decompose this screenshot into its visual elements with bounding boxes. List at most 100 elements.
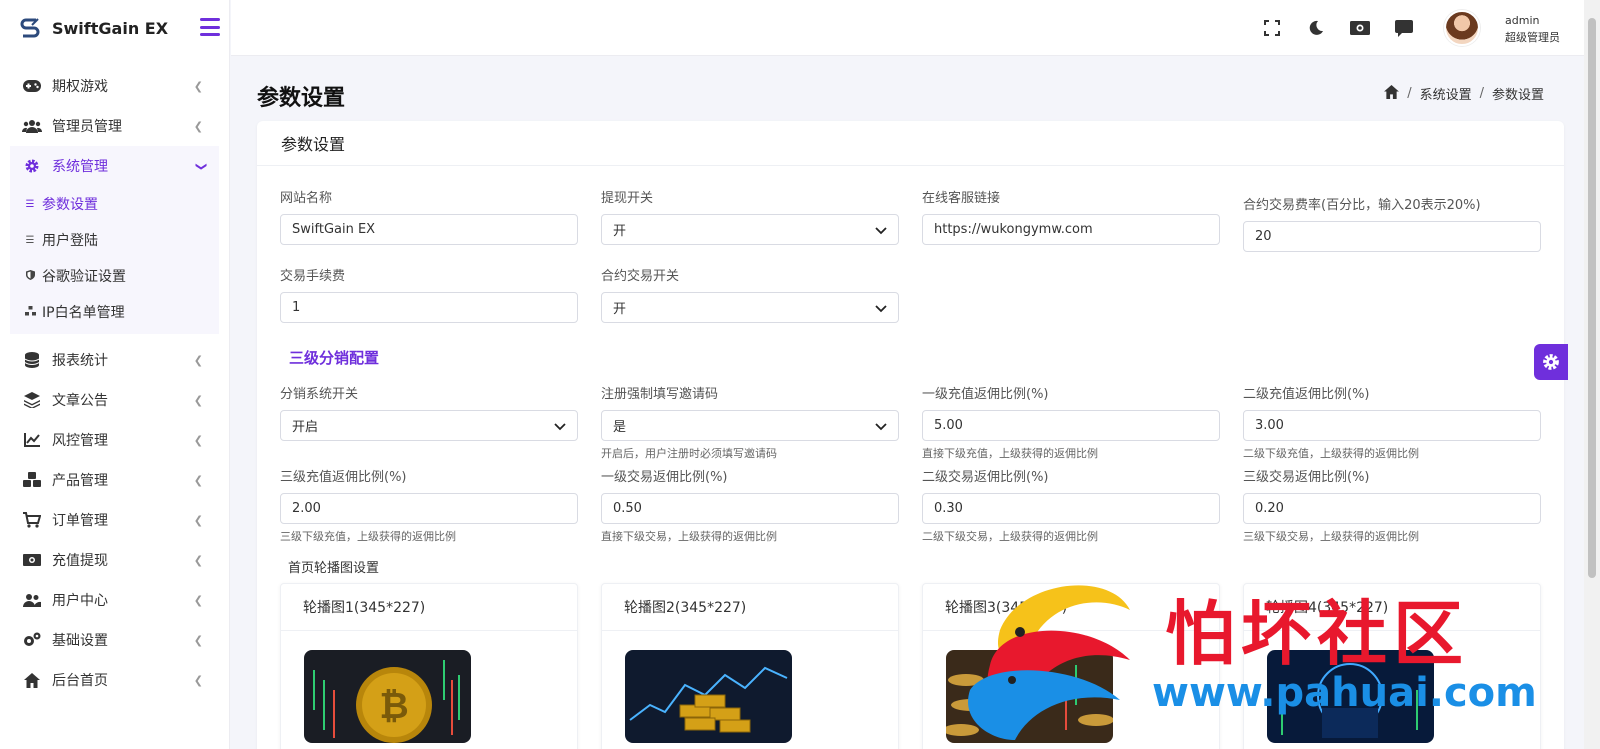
gamepad-icon	[22, 77, 42, 95]
select-value: 开启	[292, 420, 319, 435]
layers-icon	[22, 391, 42, 409]
l3-trade-input[interactable]: 0.20	[1243, 493, 1541, 524]
sidebar-subitem-label: 谷歌验证设置	[42, 269, 126, 285]
sidebar-item-user-center[interactable]: 用户中心 ❮	[0, 580, 229, 620]
service-link-field: 在线客服链接 https://wukongymw.com	[922, 187, 1220, 245]
sidebar-item-articles[interactable]: 文章公告 ❮	[0, 380, 229, 420]
dist-switch-select[interactable]: 开启	[280, 410, 578, 441]
avatar[interactable]	[1444, 10, 1480, 46]
sidebar-item-label: 用户中心	[52, 593, 108, 609]
chevron-left-icon: ❮	[193, 514, 203, 527]
contract-fee-input[interactable]: 20	[1243, 221, 1541, 252]
sidebar-item-reports[interactable]: 报表统计 ❮	[0, 340, 229, 380]
scrollbar-thumb[interactable]	[1588, 18, 1596, 578]
l2-recharge-input[interactable]: 3.00	[1243, 410, 1541, 441]
banner-card-title: 轮播图1(345*227)	[281, 584, 577, 631]
list-icon: ☰	[25, 234, 35, 246]
section-title-distribution: 三级分销配置	[289, 349, 380, 367]
field-label: 提现开关	[601, 191, 654, 206]
sidebar: SwiftGain EX 期权游戏 ❮ 管理员管理 ❮ 系统管理 ❮ ☰ 参数设…	[0, 0, 230, 749]
l3-recharge-input[interactable]: 2.00	[280, 493, 578, 524]
select-value: 开	[613, 302, 627, 317]
sidebar-subitem-google-auth[interactable]: 谷歌验证设置	[10, 258, 219, 294]
sidebar-item-products[interactable]: 产品管理 ❮	[0, 460, 229, 500]
field-help: 二级下级充值，上级获得的返佣比例	[1243, 447, 1419, 460]
l1-trade-input[interactable]: 0.50	[601, 493, 899, 524]
field-label: 注册强制填写邀请码	[601, 387, 719, 402]
users-icon	[22, 591, 42, 609]
sidebar-subitem-label: IP白名单管理	[42, 305, 125, 321]
user-meta[interactable]: admin 超级管理员	[1505, 12, 1560, 46]
trade-fee-input[interactable]: 1	[280, 292, 578, 323]
contract-switch-select[interactable]: 开	[601, 292, 899, 323]
money-icon[interactable]	[1350, 18, 1370, 38]
chevron-down-icon	[554, 423, 566, 431]
database-icon	[22, 351, 42, 369]
field-help: 三级下级充值，上级获得的返佣比例	[280, 530, 456, 543]
list-icon: ☰	[25, 198, 35, 210]
page-scrollbar[interactable]	[1584, 0, 1600, 749]
page-title: 参数设置	[257, 86, 346, 111]
sidebar-item-dashboard-home[interactable]: 后台首页 ❮	[0, 660, 229, 700]
topbar: admin 超级管理员	[231, 0, 1584, 56]
l2-trade-input[interactable]: 0.30	[922, 493, 1220, 524]
brand[interactable]: SwiftGain EX	[0, 0, 229, 56]
sidebar-subitem-parameter-settings[interactable]: ☰ 参数设置	[10, 186, 219, 222]
brand-name: SwiftGain EX	[52, 18, 169, 38]
home-icon[interactable]	[1384, 84, 1400, 103]
chevron-left-icon: ❮	[193, 354, 203, 367]
force-invite-select[interactable]: 是	[601, 410, 899, 441]
sidebar-item-label: 系统管理	[52, 159, 108, 175]
l1-recharge-input[interactable]: 5.00	[922, 410, 1220, 441]
service-link-input[interactable]: https://wukongymw.com	[922, 214, 1220, 245]
sidebar-item-orders[interactable]: 订单管理 ❮	[0, 500, 229, 540]
chevron-down-icon	[875, 423, 887, 431]
chevron-left-icon: ❮	[193, 674, 203, 687]
field-label: 在线客服链接	[922, 191, 1001, 206]
sidebar-subitem-ip-whitelist[interactable]: IP白名单管理	[10, 294, 219, 330]
network-icon	[24, 305, 36, 319]
field-label: 三级交易返佣比例(%)	[1243, 470, 1370, 485]
l2-recharge-field: 二级充值返佣比例(%) 3.00 二级下级充值，上级获得的返佣比例	[1243, 383, 1541, 461]
topbar-icons	[1262, 18, 1414, 38]
watermark-url: www.pahuai.com	[1152, 670, 1537, 716]
chevron-left-icon: ❮	[193, 594, 203, 607]
field-help: 直接下级充值，上级获得的返佣比例	[922, 447, 1098, 460]
system-submenu: ☰ 参数设置 ☰ 用户登陆 谷歌验证设置 IP白名单管理	[10, 186, 219, 334]
sidebar-item-label: 订单管理	[52, 513, 108, 529]
fullscreen-icon[interactable]	[1262, 18, 1282, 38]
site-name-field: 网站名称 SwiftGain EX	[280, 187, 578, 245]
chevron-left-icon: ❮	[193, 474, 203, 487]
sidebar-item-label: 文章公告	[52, 393, 108, 409]
sidebar-item-system-management[interactable]: 系统管理 ❮	[10, 146, 219, 186]
sidebar-item-admin-management[interactable]: 管理员管理 ❮	[0, 106, 229, 146]
site-name-input[interactable]: SwiftGain EX	[280, 214, 578, 245]
breadcrumb: / 系统设置 / 参数设置	[1384, 84, 1544, 103]
chevron-down-icon: ❮	[193, 161, 207, 172]
moon-icon[interactable]	[1306, 18, 1326, 38]
watermark: 怕坏社区 www.pahuai.com	[960, 570, 1580, 749]
select-value: 是	[613, 420, 627, 435]
breadcrumb-item[interactable]: 系统设置	[1420, 84, 1472, 103]
banner-image-bitcoin[interactable]: ₿	[304, 650, 471, 743]
gear-icon	[22, 157, 42, 175]
sidebar-item-basic-settings[interactable]: 基础设置 ❮	[0, 620, 229, 660]
menu-toggle-icon[interactable]	[200, 18, 220, 36]
contract-fee-field: 合约交易费率(百分比，输入20表示20%) 20	[1243, 194, 1541, 252]
sidebar-item-option-games[interactable]: 期权游戏 ❮	[0, 66, 229, 106]
sidebar-item-risk-control[interactable]: 风控管理 ❮	[0, 420, 229, 460]
sidebar-item-label: 后台首页	[52, 673, 108, 689]
field-label: 分销系统开关	[280, 387, 359, 402]
field-label: 二级交易返佣比例(%)	[922, 470, 1049, 485]
withdraw-switch-select[interactable]: 开	[601, 214, 899, 245]
comment-icon[interactable]	[1394, 18, 1414, 38]
sidebar-subitem-user-login[interactable]: ☰ 用户登陆	[10, 222, 219, 258]
banner-image-gold[interactable]	[625, 650, 792, 743]
l1-trade-field: 一级交易返佣比例(%) 0.50 直接下级交易，上级获得的返佣比例	[601, 466, 899, 544]
field-label: 交易手续费	[280, 269, 346, 284]
sidebar-item-deposit-withdraw[interactable]: 充值提现 ❮	[0, 540, 229, 580]
theme-settings-button[interactable]	[1534, 344, 1568, 380]
chevron-down-icon	[875, 305, 887, 313]
sidebar-subitem-label: 用户登陆	[42, 233, 98, 249]
cubes-icon	[22, 471, 42, 489]
